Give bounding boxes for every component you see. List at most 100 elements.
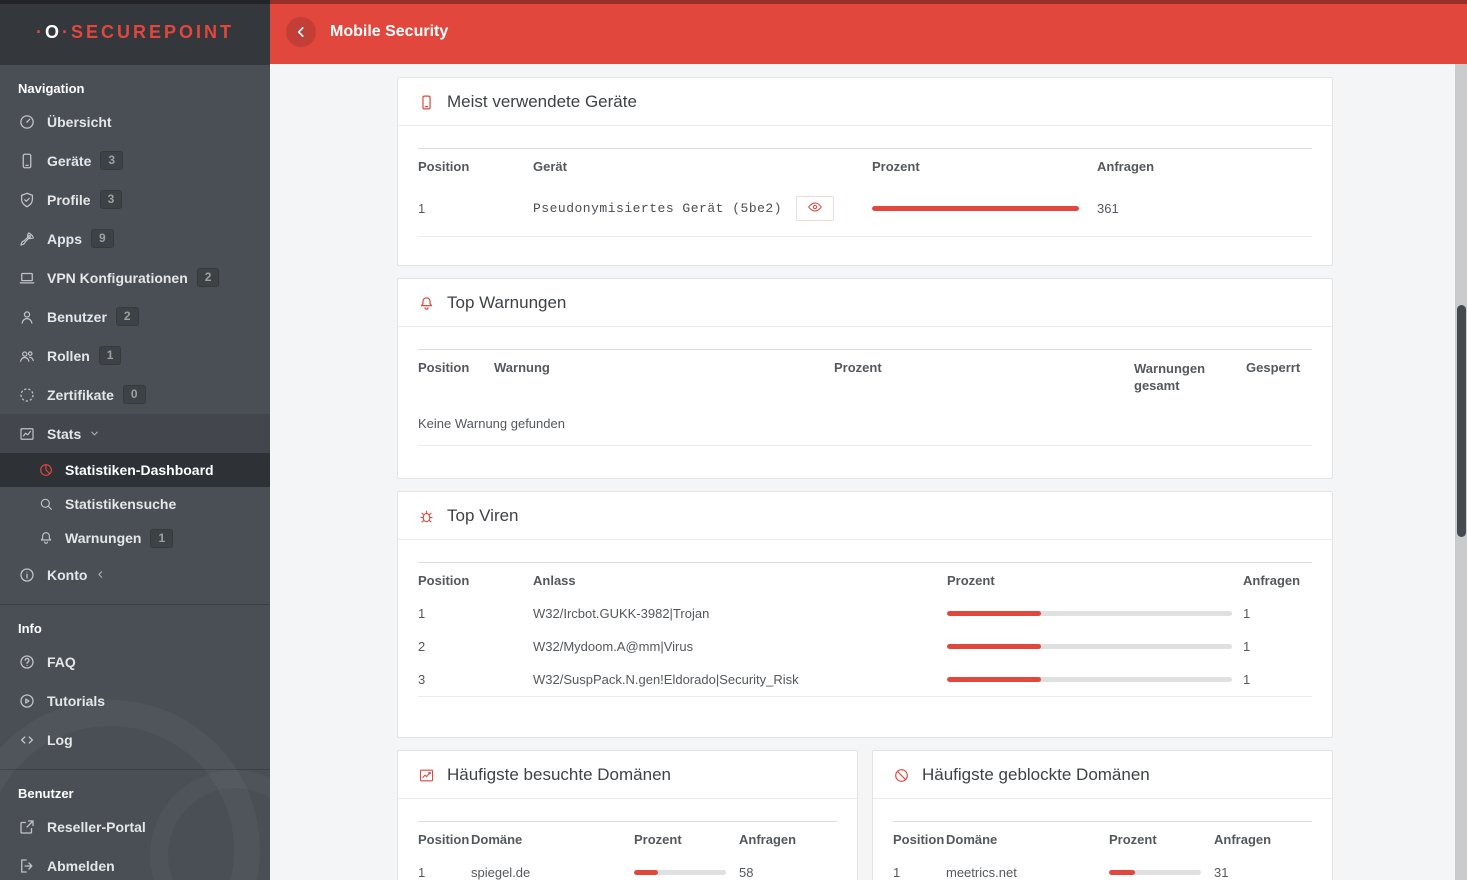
table-row: 1 meetrics.net 31 [893,856,1312,880]
sidebar-item-statistikensuche[interactable]: Statistikensuche [0,487,270,521]
count-badge: 2 [115,307,139,326]
devices-table: Position Gerät Prozent Anfragen 1 Pseudo… [418,148,1312,237]
scrollbar-track[interactable] [1455,64,1467,880]
pie-chart-icon [38,462,54,478]
table-row: 3 W32/SuspPack.N.gen!Eldorado|Security_R… [418,663,1312,697]
table-header-row: Position Domäne Prozent Anfragen [418,822,837,856]
column-header-position: Position [418,832,470,847]
section-title-info: Info [18,621,42,636]
table-header-row: Position Warnung Prozent Warnungen gesam… [418,350,1312,403]
topbar: Mobile Security [270,0,1467,64]
sidebar-item-label: Abmelden [47,857,115,874]
card-most-blocked-domains: Häufigste geblockte Domänen Position Dom… [872,750,1333,880]
column-header-domain: Domäne [946,832,998,847]
cell-percent-bar [947,602,1243,625]
sidebar-item-stats[interactable]: Stats [0,414,270,453]
empty-state-row: Keine Warnung gefunden [418,403,1312,446]
cell-percent-bar [947,668,1243,691]
logout-icon [18,857,36,875]
logo-dot-left: · [35,22,45,42]
card-title: Häufigste besuchte Domänen [447,765,671,784]
cell-requests: 1 [1243,639,1251,654]
card-body: Position Warnung Prozent Warnungen gesam… [398,327,1332,478]
column-header-position: Position [893,832,945,847]
brand-logo[interactable]: ·O·SECUREPOINT [0,0,270,65]
cell-percent-bar [872,197,1097,220]
card-header: Top Warnungen [398,279,1332,327]
sidebar-item-tutorials[interactable]: Tutorials [0,681,270,720]
column-header-position: Position [418,573,470,588]
progress-fill [872,206,1079,211]
table-header-row: Position Domäne Prozent Anfragen [893,822,1312,856]
cell-position: 2 [418,639,426,654]
cell-domain: spiegel.de [471,865,531,880]
sidebar-item-abmelden[interactable]: Abmelden [0,846,270,880]
sidebar: ·O·SECUREPOINT Navigation Übersicht Gerä… [0,0,270,880]
cell-position: 3 [418,672,426,687]
card-body: Position Domäne Prozent Anfragen 1 spieg… [398,799,857,880]
table-row: 1 Pseudonymisiertes Gerät (5be2) 361 [418,183,1312,237]
rocket-icon [18,230,36,248]
table-row: 1 W32/Ircbot.GUKK-3982|Trojan 1 [418,597,1312,630]
count-badge: 3 [100,151,124,170]
info-icon [18,566,36,584]
card-title: Top Viren [447,506,519,525]
cell-requests: 1 [1243,606,1251,621]
cell-cause: W32/Ircbot.GUKK-3982|Trojan [533,606,710,621]
card-body: Position Anlass Prozent Anfragen 1 W32/I… [398,540,1332,737]
sidebar-item-profile[interactable]: Profile 3 [0,180,270,219]
main-content: Meist verwendete Geräte Position Gerät P… [270,64,1467,880]
sidebar-item-konto[interactable]: Konto [0,555,270,594]
progress-track [947,644,1232,649]
card-header: Meist verwendete Geräte [398,78,1332,126]
view-device-button[interactable] [796,196,835,221]
sidebar-item-benutzer[interactable]: Benutzer 2 [0,297,270,336]
count-badge: 3 [99,190,123,209]
laptop-icon [18,269,36,287]
sidebar-item-uebersicht[interactable]: Übersicht [0,102,270,141]
cell-requests: 31 [1214,865,1229,880]
warnings-table: Position Warnung Prozent Warnungen gesam… [418,349,1312,446]
column-header-warnings-total: Warnungen gesamt [1134,361,1206,393]
window-top-strip [0,0,1467,4]
bug-icon [418,508,435,525]
card-title: Top Warnungen [447,293,567,312]
cell-requests: 361 [1097,201,1119,216]
smartphone-icon [18,152,36,170]
cell-position: 1 [893,865,901,880]
sidebar-item-zertifikate[interactable]: Zertifikate 0 [0,375,270,414]
back-button[interactable] [286,17,316,47]
bell-icon [418,295,435,312]
gauge-icon [18,113,36,131]
sidebar-item-apps[interactable]: Apps 9 [0,219,270,258]
progress-fill [947,611,1042,616]
sidebar-item-log[interactable]: Log [0,720,270,759]
card-title: Häufigste geblockte Domänen [922,765,1150,784]
sidebar-item-reseller-portal[interactable]: Reseller-Portal [0,807,270,846]
cell-domain: meetrics.net [946,865,1017,880]
card-most-visited-domains: Häufigste besuchte Domänen Position Domä… [397,750,858,880]
sidebar-item-warnungen[interactable]: Warnungen 1 [0,521,270,555]
sidebar-item-label: Stats [47,425,82,442]
smartphone-icon [418,94,435,111]
play-circle-icon [18,692,36,710]
sidebar-item-rollen[interactable]: Rollen 1 [0,336,270,375]
cell-cause: W32/SuspPack.N.gen!Eldorado|Security_Ris… [533,672,799,687]
sidebar-item-geraete[interactable]: Geräte 3 [0,141,270,180]
viruses-table: Position Anlass Prozent Anfragen 1 W32/I… [418,562,1312,697]
sidebar-item-label: Statistiken-Dashboard [65,462,214,478]
chart-icon [18,425,36,443]
card-top-viruses: Top Viren Position Anlass Prozent Anfrag… [397,491,1333,738]
progress-track [634,870,726,875]
scrollbar-thumb[interactable] [1457,305,1466,537]
block-icon [893,767,910,784]
sidebar-item-statistiken-dashboard[interactable]: Statistiken-Dashboard [0,453,270,487]
table-header-row: Position Gerät Prozent Anfragen [418,149,1312,183]
sidebar-item-vpn-konfigurationen[interactable]: VPN Konfigurationen 2 [0,258,270,297]
chevron-down-icon [89,428,100,439]
table-row: 1 spiegel.de 58 [418,856,837,880]
sidebar-item-faq[interactable]: FAQ [0,642,270,681]
card-top-warnings: Top Warnungen Position Warnung Prozent W… [397,278,1333,479]
section-title-navigation: Navigation [18,81,85,96]
progress-track [947,611,1232,616]
